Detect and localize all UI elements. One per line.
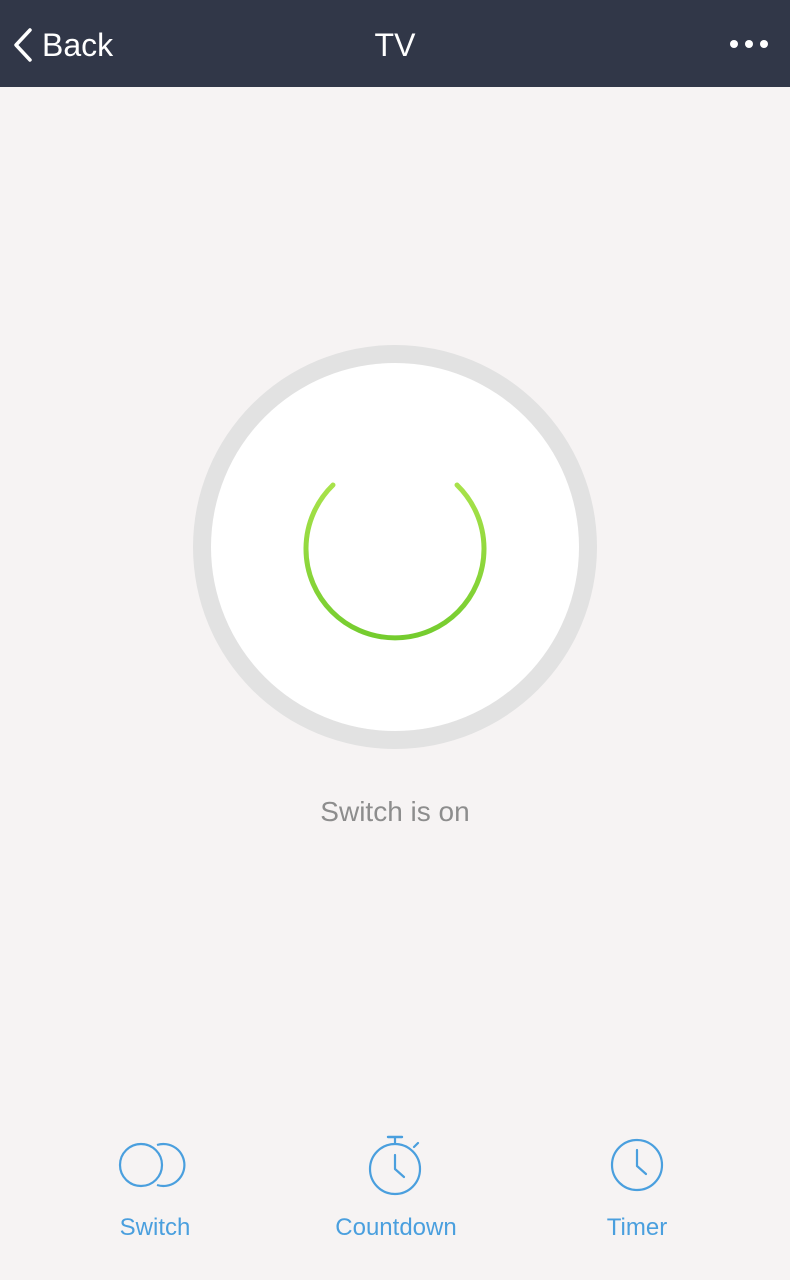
page-title: TV <box>374 27 416 63</box>
chevron-left-icon <box>12 27 34 63</box>
switch-toggle-icon <box>117 1130 193 1200</box>
tab-countdown[interactable]: Countdown <box>296 1130 496 1255</box>
navigation-bar: Back TV <box>0 0 790 87</box>
power-toggle-button[interactable] <box>211 363 579 731</box>
more-options-button[interactable] <box>724 28 774 62</box>
back-button[interactable]: Back <box>12 22 113 68</box>
tab-timer[interactable]: Timer <box>537 1130 737 1255</box>
stopwatch-icon <box>364 1130 428 1200</box>
more-dots-icon <box>729 36 769 54</box>
tab-countdown-label: Countdown <box>335 1214 457 1241</box>
tab-switch-label: Switch <box>119 1214 191 1241</box>
clock-icon <box>607 1130 667 1200</box>
power-icon <box>295 445 495 650</box>
tab-switch[interactable]: Switch <box>55 1130 255 1255</box>
app-screen: Back TV Switch is on Switch Countdown Ti… <box>0 0 790 1280</box>
back-label: Back <box>42 27 114 63</box>
bottom-tab-bar: Switch Countdown Timer <box>0 1130 790 1260</box>
tab-timer-label: Timer <box>606 1214 668 1241</box>
switch-status-text: Switch is on <box>320 796 470 827</box>
power-button-ring <box>193 345 597 749</box>
